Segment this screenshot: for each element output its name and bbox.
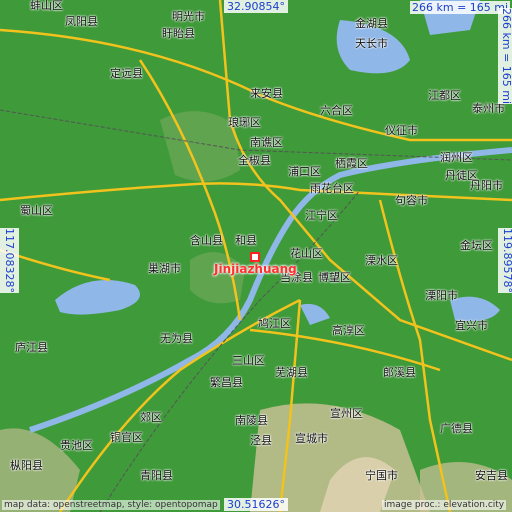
label-jingxian: 泾县 xyxy=(250,434,272,447)
left-longitude: 117.08328° xyxy=(0,228,19,293)
label-runzhou: 润州区 xyxy=(440,151,473,164)
map-credit-left: map data: openstreetmap, style: opentopo… xyxy=(2,500,220,510)
label-liuhe: 六合区 xyxy=(320,104,353,117)
label-fengyang: 凤阳县 xyxy=(65,15,98,28)
label-jinhu: 金湖县 xyxy=(355,17,388,30)
label-yizheng: 仪征市 xyxy=(385,124,418,137)
label-sanshan: 三山区 xyxy=(232,354,265,367)
label-fanchang: 繁昌县 xyxy=(210,376,243,389)
map-credit-right: image proc.: elevation.city xyxy=(382,500,507,510)
label-lujiang: 庐江县 xyxy=(15,341,48,354)
label-bowang: 博望区 xyxy=(318,271,351,284)
label-benghuashi: 蚌山区 xyxy=(30,0,63,12)
label-nanqiao: 南谯区 xyxy=(250,136,283,149)
label-jiaoqu: 郊区 xyxy=(140,411,162,424)
label-chizhou: 贵池区 xyxy=(60,439,93,452)
label-guangde: 广德县 xyxy=(440,422,473,435)
label-tongling: 铜官区 xyxy=(110,431,143,444)
label-wuhu: 芜湖县 xyxy=(275,366,308,379)
label-mingguang: 明光市 xyxy=(172,10,205,23)
label-jiujiang: 鸠江区 xyxy=(258,317,291,330)
label-huashan: 花山区 xyxy=(290,247,323,260)
label-xuyi: 盱眙县 xyxy=(162,27,195,40)
label-laian: 来安县 xyxy=(250,87,283,100)
label-zongyang: 枞阳县 xyxy=(10,459,43,472)
label-taizhou: 泰州市 xyxy=(472,102,505,115)
label-hanshan: 含山县 xyxy=(190,234,223,247)
label-quanjiao: 全椒县 xyxy=(238,154,271,167)
target-marker[interactable] xyxy=(250,252,260,262)
label-wuwei: 无为县 xyxy=(160,332,193,345)
label-jiangdu: 江都区 xyxy=(428,89,461,102)
label-chaohu: 巢湖市 xyxy=(148,262,181,275)
label-gaochun: 高淳区 xyxy=(332,324,365,337)
label-anji: 安吉县 xyxy=(475,469,508,482)
label-langya: 琅琊区 xyxy=(228,116,261,129)
label-shushan: 蜀山区 xyxy=(20,204,53,217)
label-hexian: 和县 xyxy=(235,234,257,247)
label-tianchang: 天长市 xyxy=(355,37,388,50)
terrain-map[interactable]: 蚌山区 凤阳县 明光市 盱眙县 金湖县 定远县 天长市 来安县 琅琊区 南谯区 … xyxy=(0,0,512,512)
label-yuhua: 雨花台区 xyxy=(310,182,354,195)
label-qingyang: 青阳县 xyxy=(140,469,173,482)
top-latitude: 32.90854° xyxy=(224,0,288,13)
bottom-latitude: 30.51626° xyxy=(224,498,288,511)
label-yixing: 宜兴市 xyxy=(455,319,488,332)
label-nanling: 南陵县 xyxy=(235,414,268,427)
scale-vertical: 266 km = 165 mi xyxy=(498,8,512,105)
label-qixia: 栖霞区 xyxy=(335,157,368,170)
label-langxi: 郎溪县 xyxy=(383,366,416,379)
label-jiangning: 江宁区 xyxy=(305,209,338,222)
label-jurong: 句容市 xyxy=(395,194,428,207)
label-dingyuan: 定远县 xyxy=(110,67,143,80)
label-jintan: 金坛区 xyxy=(460,239,493,252)
label-liyang: 溧阳市 xyxy=(425,289,458,302)
label-ningguo: 宁国市 xyxy=(365,469,398,482)
label-xuancheng: 宣城市 xyxy=(295,432,328,445)
right-longitude: 119.89578° xyxy=(498,228,512,293)
scale-horizontal: 266 km = 165 mi xyxy=(410,1,511,14)
label-pukou: 浦口区 xyxy=(288,165,321,178)
label-lishui: 溧水区 xyxy=(365,254,398,267)
target-place-label: Jinjiazhuang xyxy=(214,262,297,276)
label-xuanzhou: 宣州区 xyxy=(330,407,363,420)
label-danyang: 丹阳市 xyxy=(470,179,503,192)
